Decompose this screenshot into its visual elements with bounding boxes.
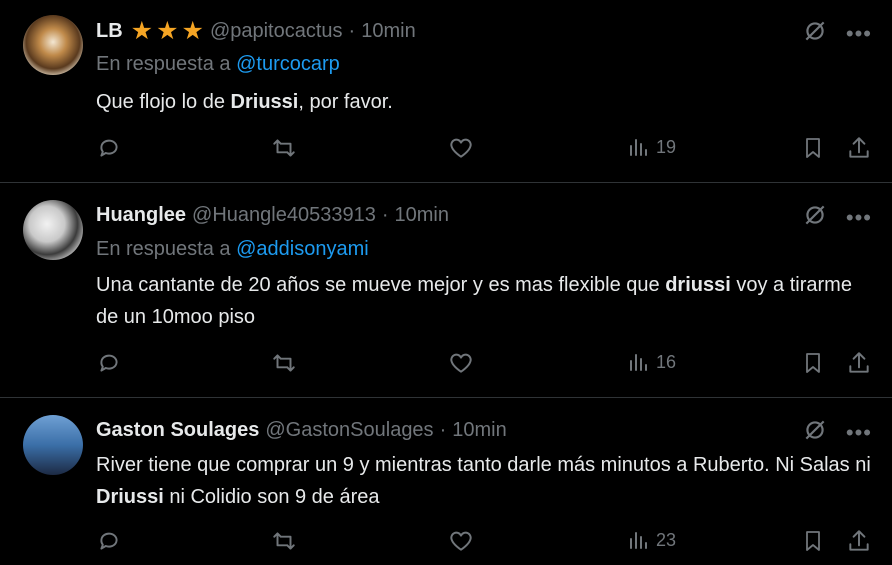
timestamp[interactable]: 10min: [361, 20, 415, 43]
views-button[interactable]: 19: [626, 135, 676, 159]
grok-icon[interactable]: [802, 202, 828, 233]
reply-context: En respuesta a @addisonyami: [96, 238, 369, 261]
tweet-actions: 19: [96, 135, 876, 163]
like-button[interactable]: [448, 350, 474, 376]
tweet-text-segment: Que flojo lo de: [96, 91, 231, 113]
tweet-text: Una cantante de 20 años se mueve mejor y…: [96, 269, 876, 333]
display-name[interactable]: Gaston Soulages: [96, 419, 259, 442]
views-count: 16: [656, 351, 677, 372]
like-icon: [450, 531, 472, 551]
tweet-text-segment: ni Colidio son 9 de área: [163, 486, 380, 508]
timestamp[interactable]: 10min: [452, 419, 506, 442]
like-icon: [450, 138, 472, 158]
separator-dot: ·: [381, 203, 389, 226]
display-name[interactable]: LB: [96, 20, 123, 43]
tweet-header: Gaston Soulages @GastonSoulages · 10min: [96, 416, 507, 444]
views-button[interactable]: 16: [626, 350, 676, 374]
share-icon: [849, 530, 869, 551]
views-count: 19: [656, 136, 677, 157]
more-icon[interactable]: •••: [846, 206, 872, 229]
tweet-text-segment: River tiene que comprar un 9 y mientras …: [96, 454, 871, 476]
grok-icon[interactable]: [802, 417, 828, 448]
star-icon: ★: [130, 16, 154, 45]
tweet-top-actions: •••: [802, 18, 872, 49]
more-icon[interactable]: •••: [846, 22, 872, 45]
retweet-button[interactable]: [271, 528, 297, 554]
separator-dot: ·: [348, 19, 356, 42]
tweet-header: LB ★ ★ ★ @papitocactus · 10min: [96, 17, 416, 45]
retweet-icon: [273, 354, 295, 372]
reply-icon: [100, 532, 118, 550]
bookmark-icon: [806, 531, 820, 551]
tweet-text-bold: driussi: [665, 274, 731, 296]
tweet-actions: 23: [96, 528, 876, 556]
bookmark-button[interactable]: [801, 528, 825, 554]
reply-prefix: En respuesta a: [96, 238, 231, 260]
like-button[interactable]: [448, 528, 474, 554]
star-rating: ★ ★ ★: [130, 16, 204, 45]
reply-button[interactable]: [96, 135, 122, 161]
reply-mention[interactable]: @addisonyami: [236, 238, 369, 260]
avatar[interactable]: [23, 415, 83, 475]
reply-icon: [100, 139, 118, 157]
reply-icon: [100, 354, 118, 372]
share-button[interactable]: [846, 350, 872, 376]
star-icon: ★: [156, 16, 179, 45]
bookmark-button[interactable]: [801, 350, 825, 376]
retweet-button[interactable]: [271, 135, 297, 161]
tweet-top-actions: •••: [802, 202, 872, 233]
handle[interactable]: @GastonSoulages: [265, 419, 433, 442]
tweet-actions: 16: [96, 350, 876, 378]
star-icon: ★: [181, 16, 204, 45]
reply-context: En respuesta a @turcocarp: [96, 53, 340, 76]
views-icon: [630, 532, 647, 549]
grok-icon[interactable]: [802, 18, 828, 49]
tweet-text: Que flojo lo de Driussi, por favor.: [96, 86, 876, 118]
share-icon: [849, 137, 869, 158]
tweet-text-bold: Driussi: [230, 91, 299, 113]
bookmark-button[interactable]: [801, 135, 825, 161]
display-name[interactable]: Huanglee: [96, 204, 186, 227]
reply-button[interactable]: [96, 528, 122, 554]
tweet-header: Huanglee @Huangle40533913 · 10min: [96, 201, 449, 229]
handle[interactable]: @Huangle40533913: [192, 204, 376, 227]
like-button[interactable]: [448, 135, 474, 161]
views-icon: [630, 354, 647, 371]
reply-mention[interactable]: @turcocarp: [236, 53, 340, 75]
tweet-text-bold: Driussi: [96, 486, 164, 508]
tweet-text-segment: Una cantante de 20 años se mueve mejor y…: [96, 274, 666, 296]
divider: [0, 182, 892, 183]
share-button[interactable]: [846, 135, 872, 161]
share-button[interactable]: [846, 528, 872, 554]
tweet-text-segment: , por favor.: [298, 91, 393, 113]
handle[interactable]: @papitocactus: [210, 20, 343, 43]
share-icon: [849, 352, 869, 373]
bookmark-icon: [806, 353, 820, 373]
views-button[interactable]: 23: [626, 528, 676, 552]
views-count: 23: [656, 529, 677, 550]
reply-prefix: En respuesta a: [96, 53, 231, 75]
retweet-icon: [273, 532, 295, 550]
retweet-button[interactable]: [271, 350, 297, 376]
reply-button[interactable]: [96, 350, 122, 376]
avatar[interactable]: [23, 200, 83, 260]
timestamp[interactable]: 10min: [395, 204, 449, 227]
separator-dot: ·: [439, 418, 447, 441]
tweet-text: River tiene que comprar un 9 y mientras …: [96, 449, 876, 513]
retweet-icon: [273, 139, 295, 157]
divider: [0, 397, 892, 398]
more-icon[interactable]: •••: [846, 421, 872, 444]
views-icon: [630, 139, 647, 156]
avatar[interactable]: [23, 15, 83, 75]
bookmark-icon: [806, 138, 820, 158]
like-icon: [450, 353, 472, 373]
tweet-top-actions: •••: [802, 417, 872, 448]
